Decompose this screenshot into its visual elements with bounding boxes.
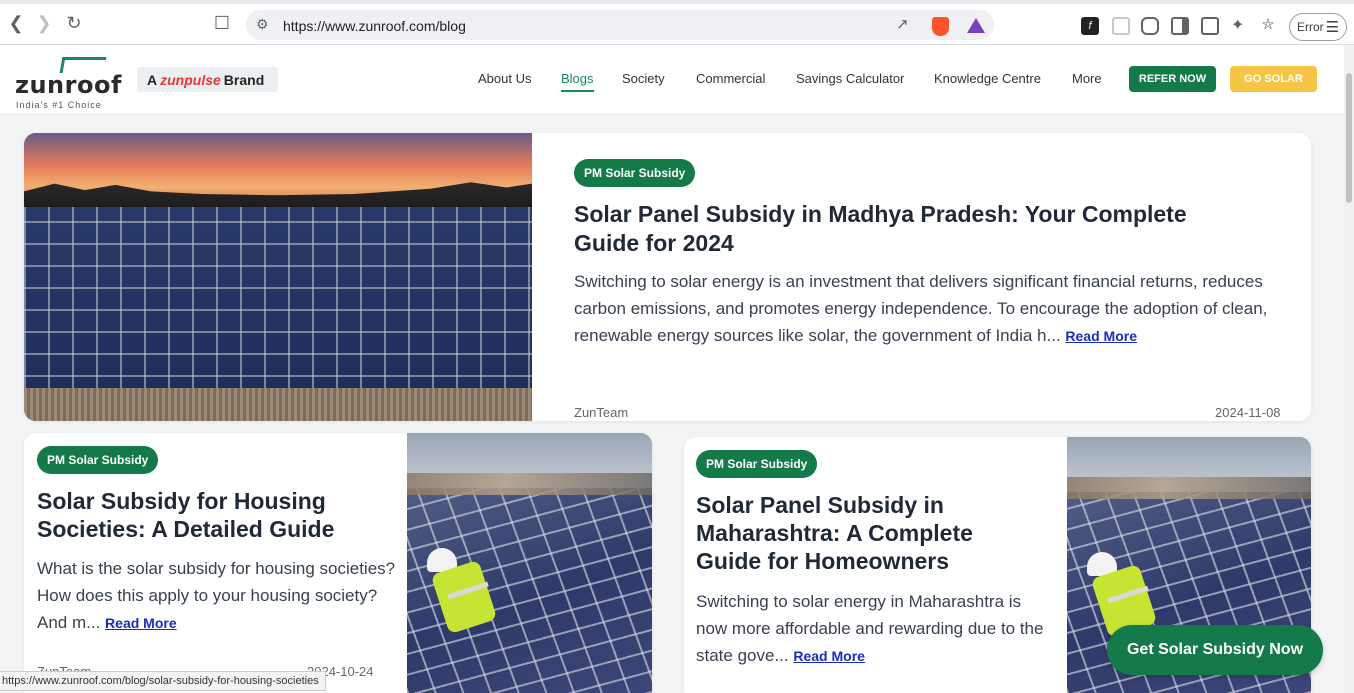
- post-badge[interactable]: PM Solar Subsidy: [696, 450, 818, 478]
- nav-more[interactable]: More: [1072, 71, 1102, 86]
- post-badge[interactable]: PM Solar Subsidy: [37, 446, 159, 474]
- category-badge[interactable]: PM Solar Subsidy: [37, 446, 159, 474]
- post-read-more-link[interactable]: Read More: [793, 648, 865, 664]
- url-text[interactable]: https://www.zunroof.com/blog: [283, 18, 466, 34]
- page-scrollbar[interactable]: [1344, 45, 1354, 693]
- extension-grid-icon[interactable]: [1112, 17, 1130, 35]
- featured-title[interactable]: Solar Panel Subsidy in Madhya Pradesh: Y…: [574, 200, 1254, 258]
- zunpulse-brand-badge: A zunpulse Brand: [137, 67, 278, 92]
- forward-icon[interactable]: ❯: [30, 9, 58, 37]
- post-excerpt: What is the solar subsidy for housing so…: [37, 555, 397, 637]
- distant-buildings: [407, 473, 652, 495]
- category-badge[interactable]: PM Solar Subsidy: [574, 159, 696, 187]
- featured-post-image[interactable]: [24, 133, 532, 421]
- post-card[interactable]: PM Solar Subsidy Solar Subsidy for Housi…: [24, 433, 652, 693]
- roof-floor: [24, 388, 532, 421]
- distant-buildings: [1067, 477, 1311, 499]
- leo-ai-icon[interactable]: ✦: [1231, 15, 1244, 35]
- featured-badge[interactable]: PM Solar Subsidy: [574, 159, 696, 187]
- solar-worker: [419, 548, 498, 643]
- post-title[interactable]: Solar Panel Subsidy in Maharashtra: A Co…: [696, 491, 1036, 575]
- featured-post-card[interactable]: PM Solar Subsidy Solar Panel Subsidy in …: [24, 133, 1311, 421]
- back-icon[interactable]: ❮: [2, 9, 30, 37]
- browser-toolbar: ❮ ❯ ↻ ☐ ⚙ https://www.zunroof.com/blog ↗…: [0, 0, 1354, 45]
- nav-blogs[interactable]: Blogs: [561, 71, 594, 92]
- brave-shields-icon[interactable]: [932, 17, 949, 36]
- profile-error-button[interactable]: Error ☰: [1289, 13, 1347, 41]
- featured-excerpt: Switching to solar energy is an investme…: [574, 268, 1274, 350]
- brand-prefix: A: [147, 71, 158, 88]
- sidebar-icon[interactable]: [1171, 17, 1189, 35]
- nav-about-us[interactable]: About Us: [478, 71, 531, 86]
- safety-vest: [430, 559, 498, 635]
- featured-excerpt-text: Switching to solar energy is an investme…: [574, 272, 1268, 345]
- nav-knowledge-centre[interactable]: Knowledge Centre: [934, 71, 1041, 86]
- nav-savings-calculator[interactable]: Savings Calculator: [796, 71, 904, 86]
- site-settings-icon[interactable]: ⚙: [256, 16, 269, 33]
- category-badge[interactable]: PM Solar Subsidy: [696, 450, 818, 478]
- error-label: Error: [1296, 20, 1324, 34]
- go-solar-button[interactable]: GO SOLAR: [1230, 66, 1317, 92]
- vpn-shield-icon[interactable]: ⛦: [1262, 16, 1274, 33]
- zunroof-logo[interactable]: zunroof India's #1 Choice: [15, 55, 121, 110]
- post-read-more-link[interactable]: Read More: [105, 615, 177, 631]
- get-solar-subsidy-button[interactable]: Get Solar Subsidy Now: [1107, 625, 1323, 675]
- post-excerpt-text: What is the solar subsidy for housing so…: [37, 559, 396, 632]
- wallet-icon[interactable]: [1201, 17, 1219, 35]
- extensions-puzzle-icon[interactable]: [1141, 17, 1159, 35]
- status-bar-url: https://www.zunroof.com/blog/solar-subsi…: [0, 671, 326, 691]
- logo-wordmark: zunroof: [15, 71, 122, 99]
- reload-icon[interactable]: ↻: [60, 9, 88, 37]
- featured-date: 2024-11-08: [1215, 405, 1281, 420]
- menu-icon[interactable]: ☰: [1326, 18, 1339, 36]
- brand-suffix: Brand: [223, 71, 265, 88]
- share-icon[interactable]: ↗: [896, 15, 909, 33]
- address-bar[interactable]: ⚙ https://www.zunroof.com/blog ↗: [246, 10, 994, 40]
- refer-now-button[interactable]: REFER NOW: [1129, 66, 1216, 92]
- scrollbar-thumb[interactable]: [1346, 73, 1352, 203]
- brand-name: zunpulse: [160, 71, 221, 88]
- nav-society[interactable]: Society: [622, 71, 665, 86]
- nav-commercial[interactable]: Commercial: [696, 71, 765, 86]
- logo-tagline: India's #1 Choice: [16, 100, 102, 110]
- featured-read-more-link[interactable]: Read More: [1065, 328, 1137, 344]
- post-excerpt-text: Switching to solar energy in Maharashtra…: [696, 592, 1044, 665]
- post-excerpt: Switching to solar energy in Maharashtra…: [696, 588, 1056, 670]
- bookmark-icon[interactable]: ☐: [208, 9, 236, 37]
- featured-author: ZunTeam: [574, 405, 629, 420]
- post-image[interactable]: [407, 433, 652, 693]
- brave-rewards-icon[interactable]: [967, 18, 985, 33]
- site-header: zunroof India's #1 Choice A zunpulse Bra…: [0, 45, 1344, 115]
- extension-f-icon[interactable]: f: [1081, 17, 1099, 35]
- post-title[interactable]: Solar Subsidy for Housing Societies: A D…: [37, 487, 397, 543]
